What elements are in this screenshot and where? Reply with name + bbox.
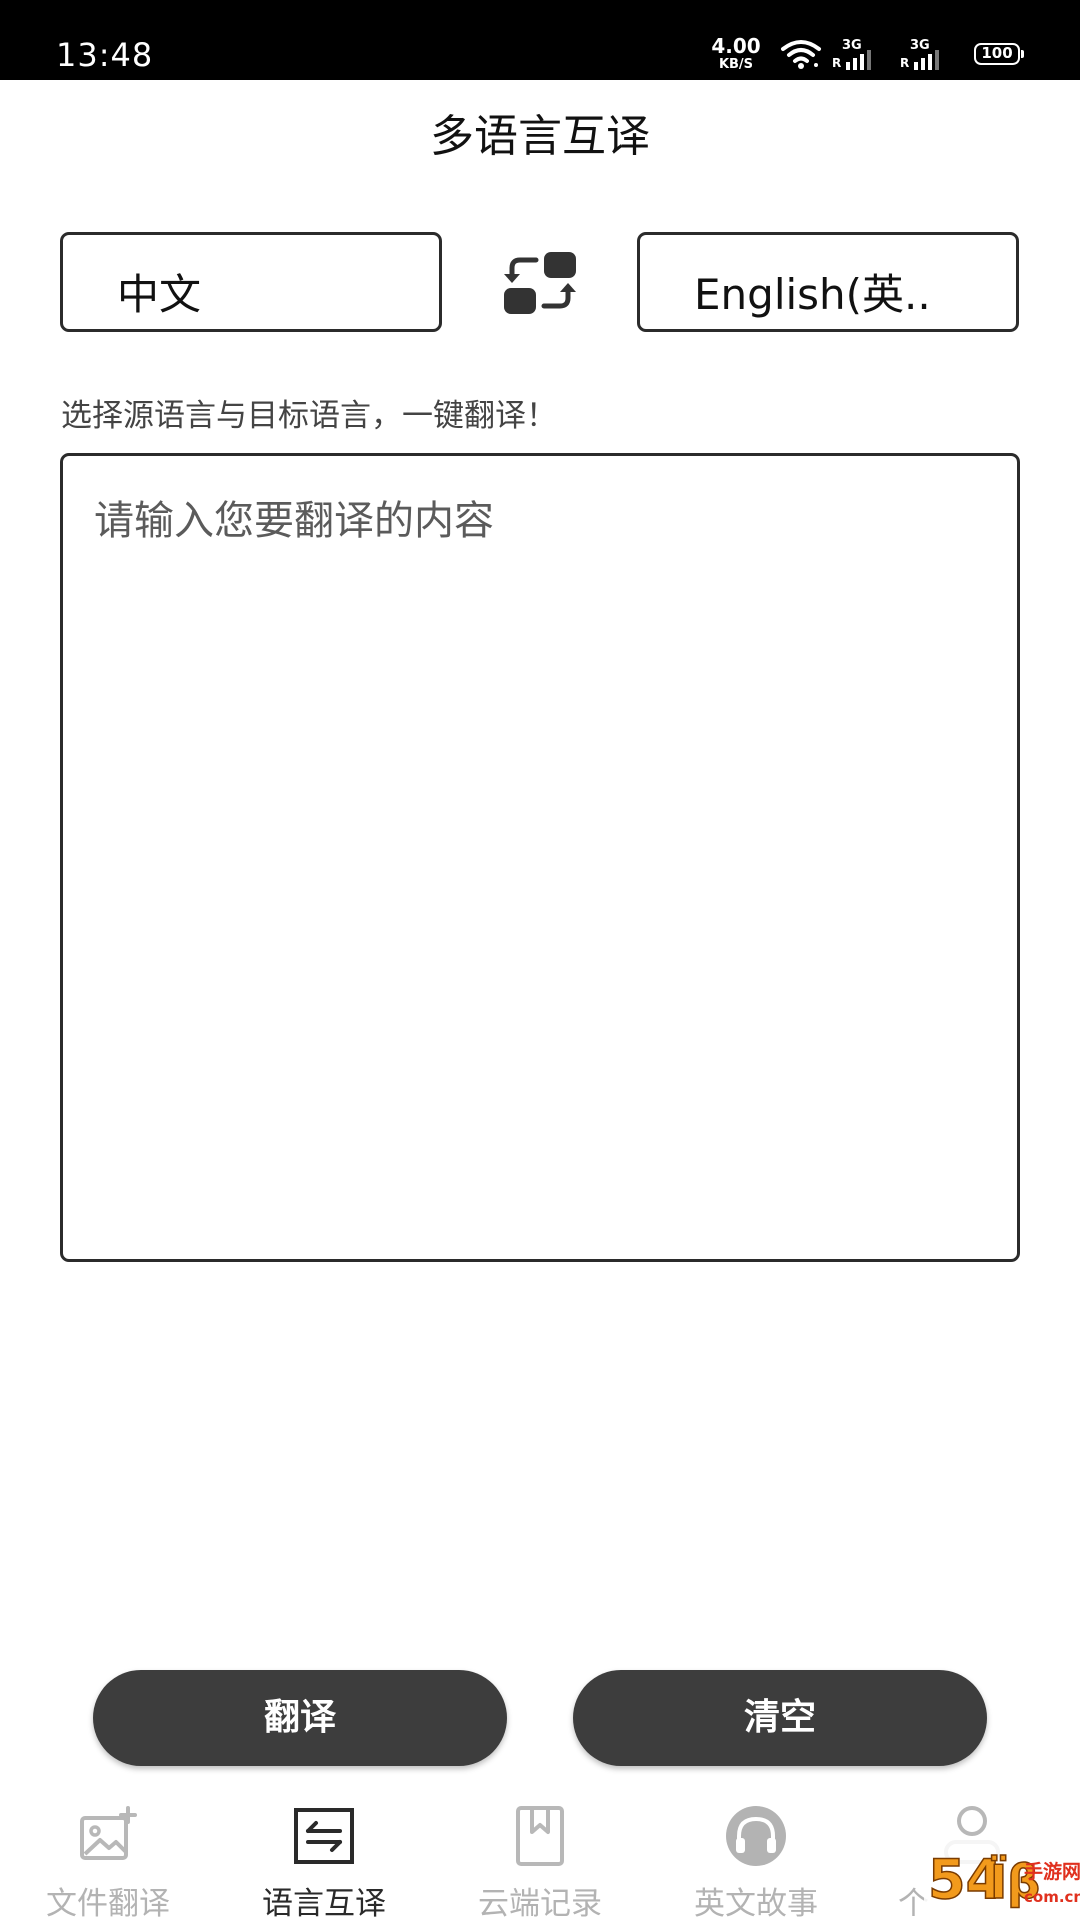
sim1-signal-icon: 3G R — [832, 38, 884, 70]
page-title: 多语言互译 — [430, 111, 650, 162]
sim2-signal-icon: 3G R — [900, 38, 952, 70]
source-language-selector[interactable]: 中文 — [60, 232, 442, 332]
translate-button[interactable]: 翻译 — [93, 1670, 507, 1766]
status-time: 13:48 — [56, 36, 154, 74]
nav-item-cloud-records[interactable]: 云端记录 — [432, 1790, 648, 1920]
roaming-mark: R — [900, 56, 910, 70]
clear-button[interactable]: 清空 — [573, 1670, 987, 1766]
nav-item-english-stories[interactable]: 英文故事 — [648, 1790, 864, 1920]
input-placeholder: 请输入您要翻译的内容 — [94, 498, 494, 544]
nav-label: 语言互译 — [262, 1886, 386, 1920]
image-add-icon — [80, 1806, 137, 1860]
nav-label: 英文故事 — [694, 1886, 818, 1920]
nav-label: 云端记录 — [478, 1886, 602, 1920]
network-speed-value: 4.00 — [711, 34, 761, 58]
roaming-mark: R — [832, 56, 842, 70]
swap-languages-button[interactable] — [500, 250, 580, 316]
bookmark-icon — [516, 1806, 564, 1866]
status-bar: 13:48 4.00 KB/S 3G R 3G R 100 — [0, 0, 1080, 80]
watermark-logo: 54 Ϊβ 手游网 com.cn — [924, 1838, 1080, 1920]
nav-item-file-translate[interactable]: 文件翻译 — [0, 1790, 216, 1920]
network-speed-unit: KB/S — [718, 57, 754, 72]
wifi-icon — [781, 40, 821, 69]
swap-languages-icon — [504, 252, 576, 314]
bottom-nav: 文件翻译 语言互译 云端记录 英文故事 个 — [0, 1790, 1080, 1920]
screen: 13:48 4.00 KB/S 3G R 3G R 100 多语言互译 中文 E… — [0, 0, 1080, 1920]
source-language-label: 中文 — [117, 270, 202, 319]
nav-item-language-translate[interactable]: 语言互译 — [216, 1790, 432, 1920]
hint-text: 选择源语言与目标语言，一键翻译！ — [61, 398, 557, 434]
battery-icon: 100 — [974, 43, 1024, 65]
svg-text:com.cn: com.cn — [1024, 1888, 1080, 1906]
nav-label: 文件翻译 — [46, 1886, 170, 1920]
target-language-label: English(英.. — [694, 270, 931, 319]
target-language-selector[interactable]: English(英.. — [637, 232, 1019, 332]
svg-text:手游网: 手游网 — [1024, 1860, 1080, 1883]
headphones-icon — [726, 1806, 786, 1866]
network-speed: 4.00 KB/S — [710, 36, 762, 71]
translation-input[interactable]: 请输入您要翻译的内容 — [60, 453, 1020, 1262]
swap-arrows-icon — [294, 1808, 354, 1864]
